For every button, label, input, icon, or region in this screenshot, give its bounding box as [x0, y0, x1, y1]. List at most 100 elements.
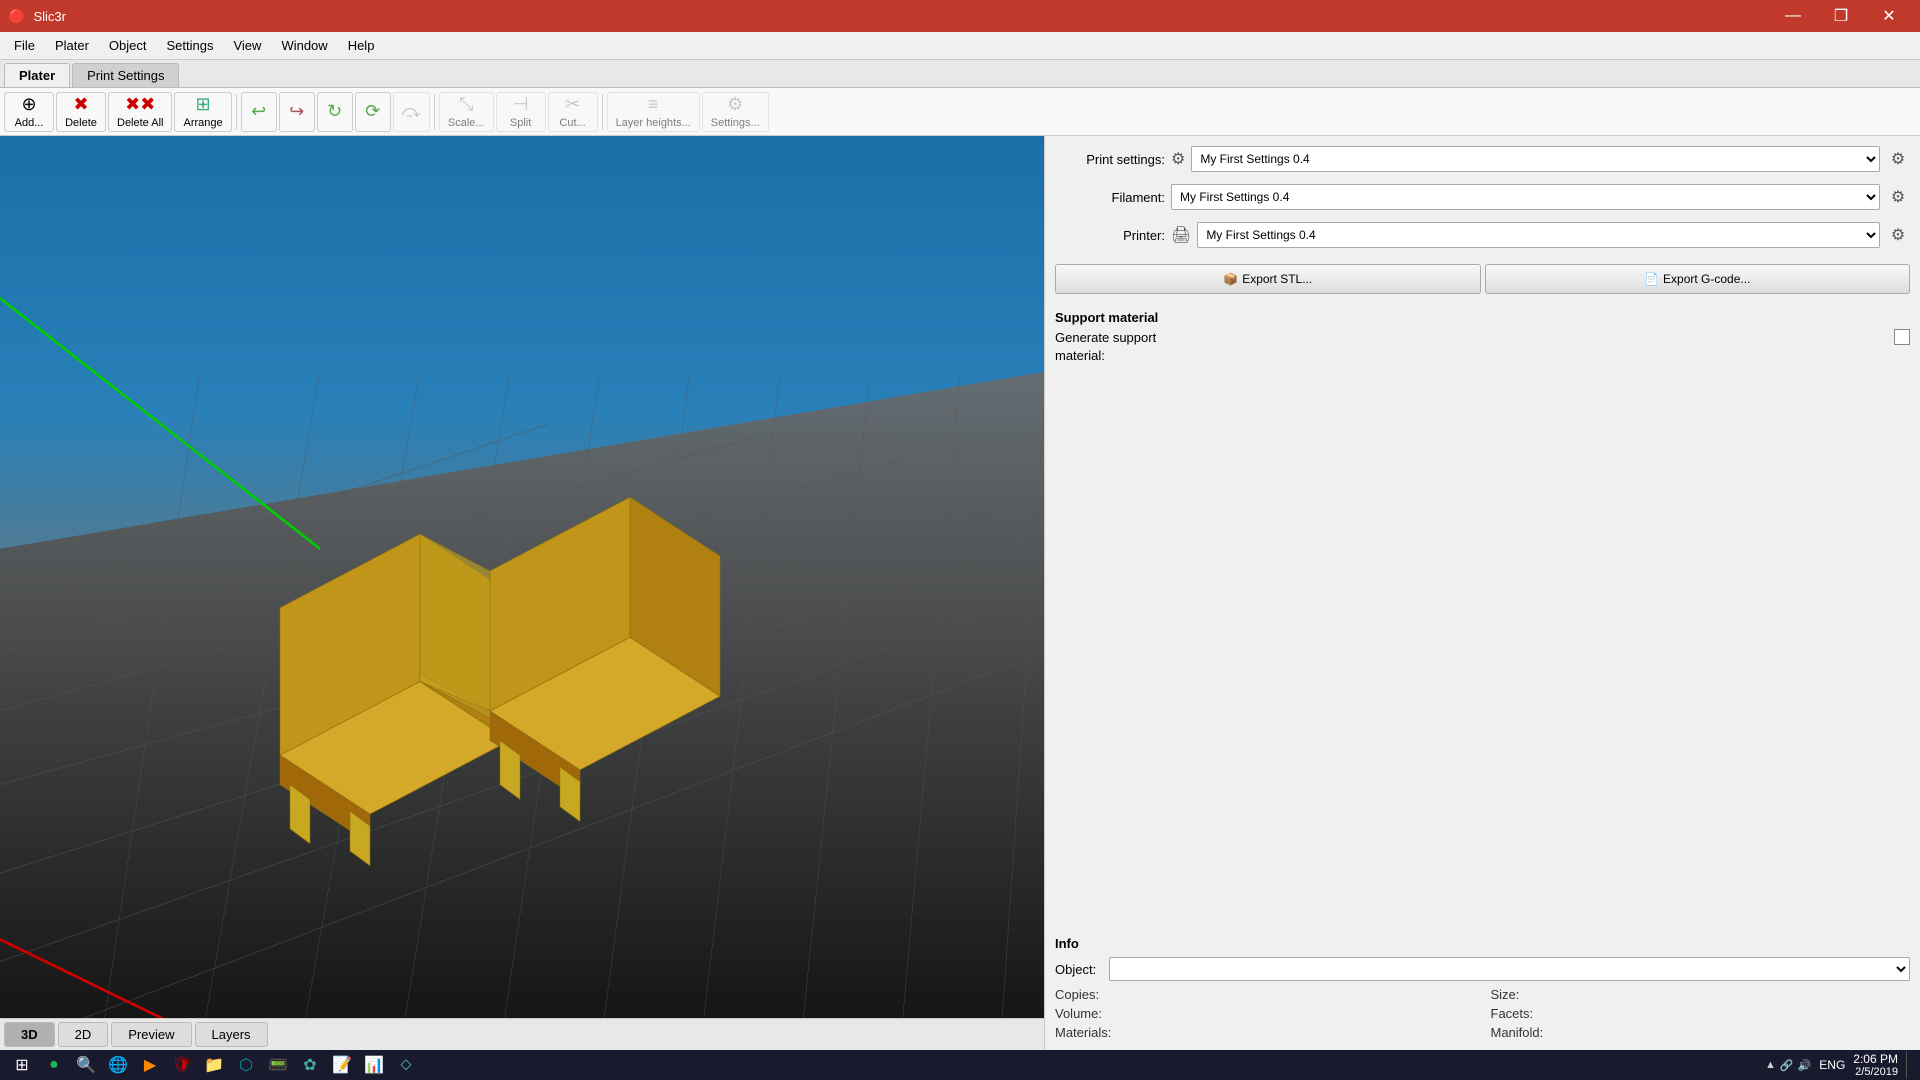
arrange-button[interactable]: ⊞ Arrange — [174, 92, 231, 132]
export-stl-label: Export STL... — [1242, 272, 1312, 286]
taskbar-matlab[interactable]: 📊 — [360, 1051, 388, 1079]
generate-support-checkbox[interactable] — [1894, 329, 1910, 345]
size-label: Size: — [1491, 987, 1520, 1002]
redo3-button[interactable]: ⟳ — [355, 92, 391, 132]
settings-button[interactable]: ⚙ Settings... — [702, 92, 769, 132]
menu-view[interactable]: View — [223, 34, 271, 57]
maximize-button[interactable]: ❐ — [1818, 0, 1864, 32]
taskbar-app2[interactable]: 📟 — [264, 1051, 292, 1079]
titlebar-controls: — ❐ ✕ — [1770, 0, 1912, 32]
volume-row: Volume: — [1055, 1006, 1475, 1021]
delete-all-button[interactable]: ✖✖ Delete All — [108, 92, 172, 132]
redo2-icon: ↻ — [327, 101, 342, 122]
printer-row: Printer: 🖨 My First Settings 0.4 ⚙ — [1055, 222, 1910, 248]
settings-icon: ⚙ — [727, 94, 743, 115]
taskbar-search[interactable]: 🔍 — [72, 1051, 100, 1079]
clock-time: 2:06 PM — [1853, 1052, 1898, 1066]
object-select[interactable] — [1109, 957, 1910, 981]
toolbar-tabs: Plater Print Settings — [0, 60, 1920, 88]
taskbar-malware[interactable]: 🛡 — [168, 1051, 196, 1079]
printer-icon: 🖨 — [1171, 225, 1191, 245]
filament-gear[interactable]: ⚙ — [1886, 185, 1910, 209]
taskbar-notepad[interactable]: 📝 — [328, 1051, 356, 1079]
undo-icon: ↩ — [251, 101, 266, 122]
taskbar-app3[interactable]: ✿ — [296, 1051, 324, 1079]
tray-volume[interactable]: 🔊 — [1798, 1059, 1812, 1072]
split-button[interactable]: ⊣ Split — [496, 92, 546, 132]
menubar: File Plater Object Settings View Window … — [0, 32, 1920, 60]
object-label: Object: — [1055, 962, 1105, 977]
taskbar-arduino[interactable]: ⬡ — [232, 1051, 260, 1079]
add-button[interactable]: ⊕ Add... — [4, 92, 54, 132]
cut-button[interactable]: ✂ Cut... — [548, 92, 598, 132]
redo1-icon: ↪ — [289, 101, 304, 122]
manifold-label: Manifold: — [1491, 1025, 1544, 1040]
export-stl-button[interactable]: 📦 Export STL... — [1055, 264, 1481, 294]
print-settings-gear2[interactable]: ⚙ — [1886, 147, 1910, 171]
taskbar-spotify[interactable]: ● — [40, 1051, 68, 1079]
tab-plater[interactable]: Plater — [4, 63, 70, 87]
app-icon: 🔴 — [8, 8, 25, 25]
tab-print-settings[interactable]: Print Settings — [72, 63, 179, 87]
tab-2d[interactable]: 2D — [58, 1022, 109, 1047]
tab-layers[interactable]: Layers — [195, 1022, 268, 1047]
scale-button[interactable]: ⤡ Scale... — [439, 92, 494, 132]
add-label: Add... — [15, 117, 44, 129]
taskbar-chrome[interactable]: 🌐 — [104, 1051, 132, 1079]
delete-all-label: Delete All — [117, 117, 163, 129]
redo3-icon: ⟳ — [365, 101, 380, 122]
export-gcode-button[interactable]: 📄 Export G-code... — [1485, 264, 1911, 294]
redo1-button[interactable]: ↪ — [279, 92, 315, 132]
info-section: Info Object: Copies: Size: Volume: — [1055, 936, 1910, 1040]
print-settings-select[interactable]: My First Settings 0.4 — [1191, 146, 1880, 172]
export-stl-icon: 📦 — [1223, 272, 1238, 286]
manifold-row: Manifold: — [1491, 1025, 1911, 1040]
filament-row: Filament: My First Settings 0.4 ⚙ — [1055, 184, 1910, 210]
menu-object[interactable]: Object — [99, 34, 157, 57]
taskbar-files[interactable]: 📁 — [200, 1051, 228, 1079]
filament-select[interactable]: My First Settings 0.4 — [1171, 184, 1880, 210]
export-gcode-icon: 📄 — [1644, 272, 1659, 286]
delete-icon: ✖ — [73, 94, 88, 115]
copies-row: Copies: — [1055, 987, 1475, 1002]
language-indicator[interactable]: ENG — [1819, 1058, 1845, 1072]
viewport[interactable]: 3D 2D Preview Layers — [0, 136, 1044, 1050]
menu-window[interactable]: Window — [271, 34, 337, 57]
tray-arrow[interactable]: ▲ — [1765, 1059, 1776, 1071]
filament-label: Filament: — [1055, 190, 1165, 205]
generate-support-row: Generate supportmaterial: — [1055, 329, 1910, 365]
delete-button[interactable]: ✖ Delete — [56, 92, 106, 132]
clock-date: 2/5/2019 — [1853, 1066, 1898, 1078]
add-icon: ⊕ — [21, 94, 36, 115]
printer-label: Printer: — [1055, 228, 1165, 243]
start-button[interactable]: ⊞ — [8, 1051, 36, 1079]
menu-help[interactable]: Help — [338, 34, 385, 57]
tray-network[interactable]: 🔗 — [1780, 1059, 1794, 1072]
minimize-button[interactable]: — — [1770, 0, 1816, 32]
taskbar-vlc[interactable]: ▶ — [136, 1051, 164, 1079]
main: 3D 2D Preview Layers Print settings: ⚙ M… — [0, 136, 1920, 1050]
redo2-button[interactable]: ↻ — [317, 92, 353, 132]
spacer — [1055, 373, 1910, 912]
taskbar-clock: 2:06 PM 2/5/2019 — [1853, 1052, 1898, 1078]
materials-label: Materials: — [1055, 1025, 1111, 1040]
menu-settings[interactable]: Settings — [157, 34, 224, 57]
tab-preview[interactable]: Preview — [111, 1022, 191, 1047]
arrange-icon: ⊞ — [196, 94, 211, 115]
taskbar-left: ⊞ ● 🔍 🌐 ▶ 🛡 📁 ⬡ 📟 ✿ 📝 📊 ⬦ — [8, 1051, 420, 1079]
layer-heights-icon: ≡ — [648, 94, 659, 115]
export-gcode-label: Export G-code... — [1663, 272, 1750, 286]
redo4-button[interactable]: ⤼ — [393, 92, 430, 132]
tab-3d[interactable]: 3D — [4, 1022, 55, 1047]
close-button[interactable]: ✕ — [1866, 0, 1912, 32]
system-tray: ▲ 🔗 🔊 — [1765, 1059, 1811, 1072]
layer-heights-button[interactable]: ≡ Layer heights... — [607, 92, 700, 132]
taskbar-app5[interactable]: ⬦ — [392, 1051, 420, 1079]
menu-plater[interactable]: Plater — [45, 34, 99, 57]
menu-file[interactable]: File — [4, 34, 45, 57]
show-desktop[interactable] — [1906, 1051, 1912, 1079]
undo-button[interactable]: ↩ — [241, 92, 277, 132]
info-object-row: Object: — [1055, 957, 1910, 981]
printer-select[interactable]: My First Settings 0.4 — [1197, 222, 1880, 248]
printer-gear[interactable]: ⚙ — [1886, 223, 1910, 247]
